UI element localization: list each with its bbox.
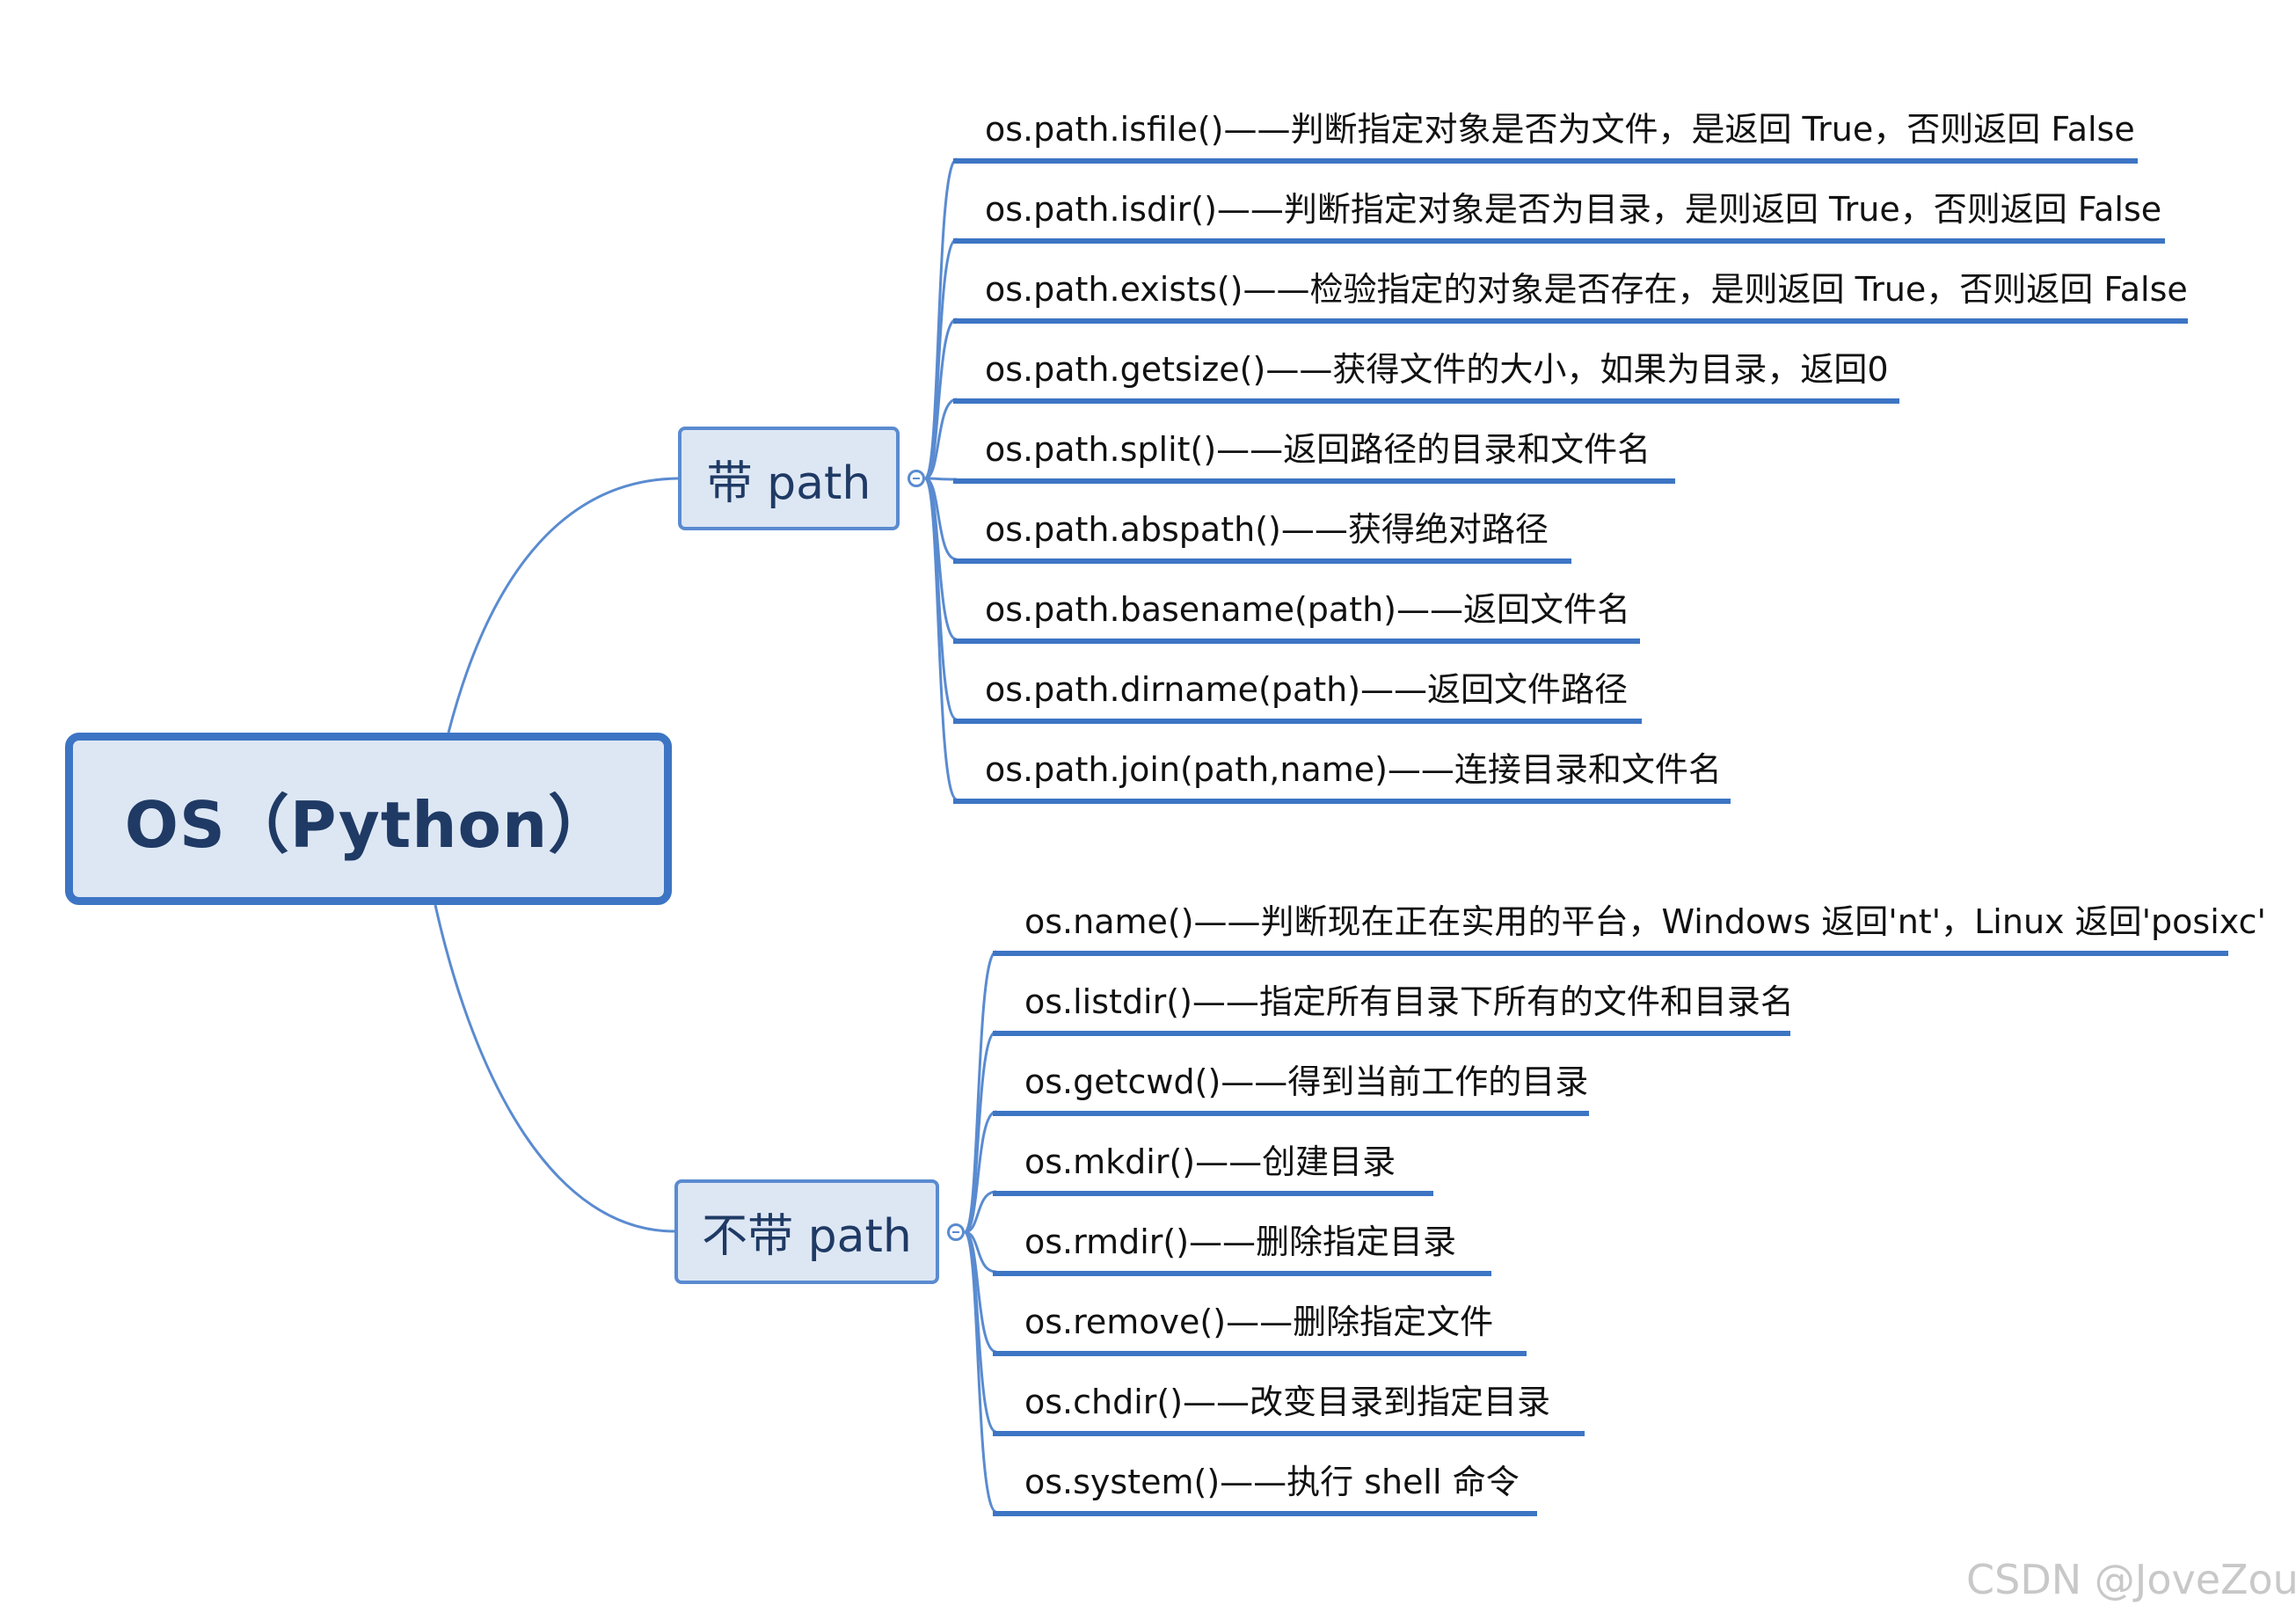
- leaf-os-listdir[interactable]: os.listdir()——指定所有目录下所有的文件和目录名: [993, 985, 1794, 1036]
- leaf-link: [924, 477, 958, 481]
- leaf-os-remove[interactable]: os.remove()——删除指定文件: [993, 1305, 1527, 1356]
- branch-without-path[interactable]: 不带 path: [674, 1179, 939, 1284]
- leaf-os-path-abspath[interactable]: os.path.abspath()——获得绝对路径: [953, 513, 1571, 564]
- leaf-os-chdir[interactable]: os.chdir()——改变目录到指定目录: [993, 1385, 1585, 1436]
- leaf-os-path-isdir[interactable]: os.path.isdir()——判断指定对象是否为目录，是则返回 True，否…: [953, 193, 2165, 244]
- leaf-os-getcwd[interactable]: os.getcwd()——得到当前工作的目录: [993, 1065, 1589, 1116]
- collapse-icon[interactable]: [907, 470, 925, 487]
- root-node[interactable]: OS（Python）: [65, 733, 672, 905]
- branch-with-path[interactable]: 带 path: [678, 427, 900, 530]
- leaf-os-path-basename[interactable]: os.path.basename(path)——返回文件名: [953, 593, 1640, 644]
- watermark: CSDN @JoveZou: [1966, 1556, 2296, 1603]
- leaf-os-path-exists[interactable]: os.path.exists()——检验指定的对象是否存在，是则返回 True，…: [953, 273, 2188, 324]
- leaf-os-path-isfile[interactable]: os.path.isfile()——判断指定对象是否为文件，是返回 True，否…: [953, 113, 2138, 164]
- leaf-os-system[interactable]: os.system()——执行 shell 命令: [993, 1465, 1537, 1516]
- root-to-branch-without-path-link: [434, 904, 675, 1233]
- leaf-os-mkdir[interactable]: os.mkdir()——创建目录: [993, 1145, 1433, 1196]
- branch-without-path-label: 不带 path: [702, 1210, 912, 1263]
- leaf-os-rmdir[interactable]: os.rmdir()——删除指定目录: [993, 1225, 1491, 1276]
- root-label: OS（Python）: [124, 787, 613, 862]
- branch-with-path-label: 带 path: [706, 456, 871, 510]
- collapse-icon[interactable]: [947, 1223, 965, 1241]
- leaf-os-path-join[interactable]: os.path.join(path,name)——连接目录和文件名: [953, 753, 1731, 804]
- leaf-os-path-dirname[interactable]: os.path.dirname(path)——返回文件路径: [953, 673, 1642, 724]
- root-to-branch-with-path-link: [447, 477, 679, 734]
- leaf-os-path-split[interactable]: os.path.split()——返回路径的目录和文件名: [953, 433, 1675, 484]
- leaf-os-path-getsize[interactable]: os.path.getsize()——获得文件的大小，如果为目录，返回0: [953, 353, 1899, 404]
- leaf-os-name[interactable]: os.name()——判断现在正在实用的平台，Windows 返回'nt'，Li…: [993, 905, 2266, 956]
